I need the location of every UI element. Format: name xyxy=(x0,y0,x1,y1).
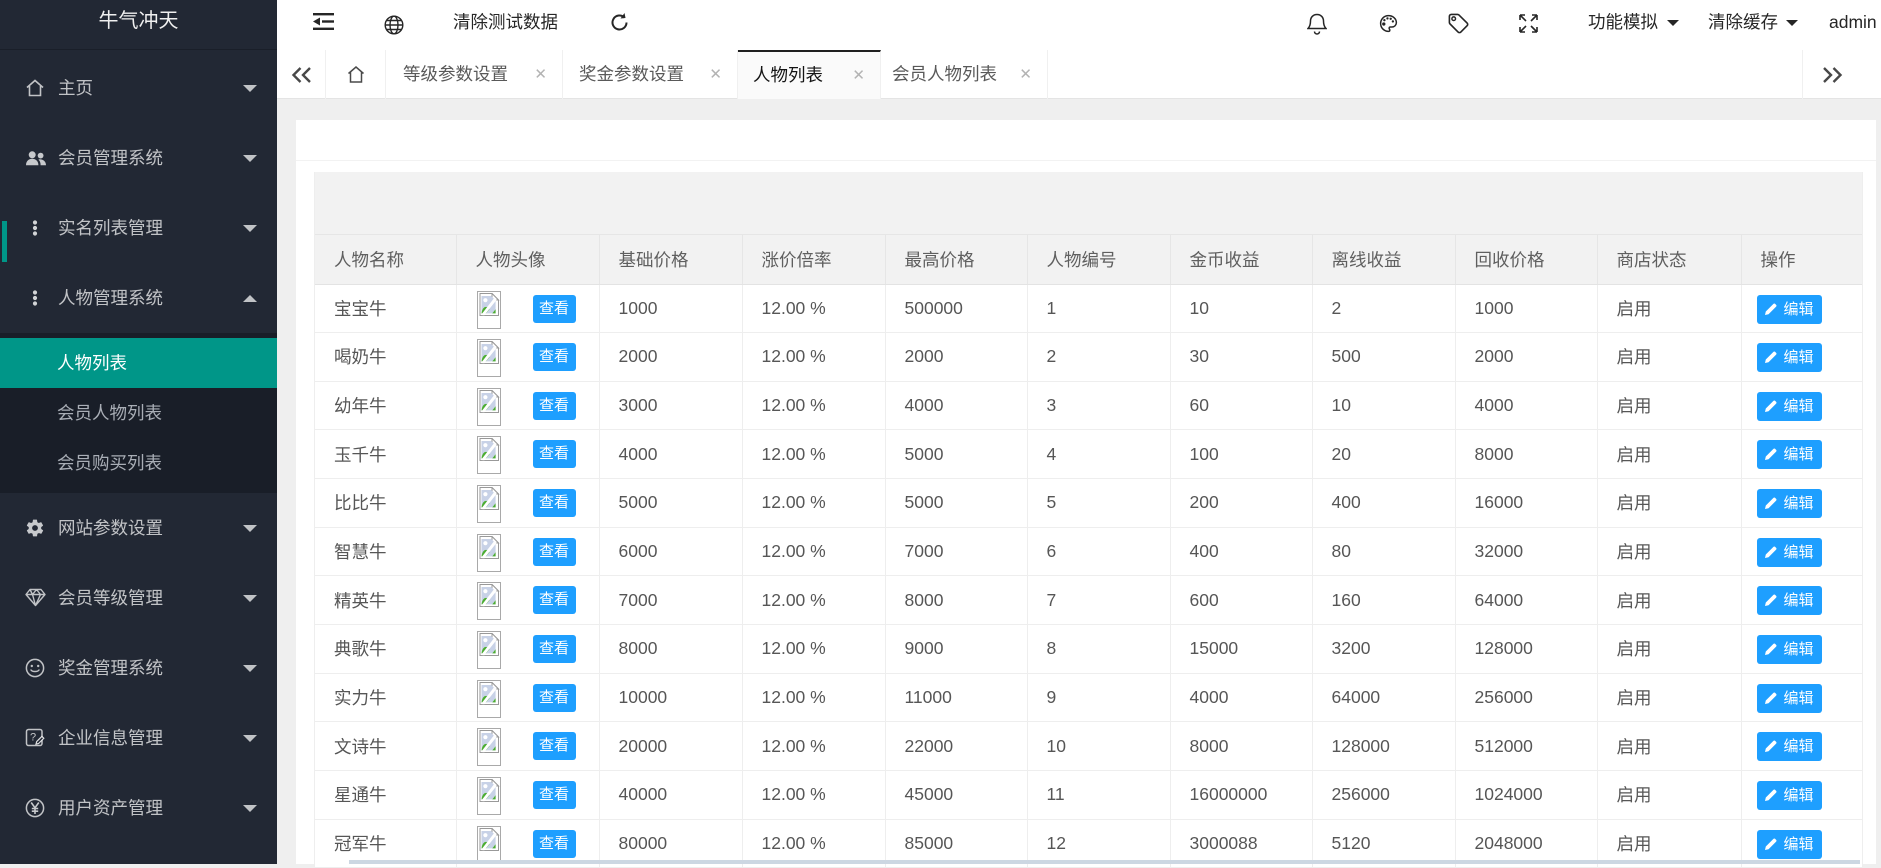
svg-text:?: ? xyxy=(30,732,36,744)
